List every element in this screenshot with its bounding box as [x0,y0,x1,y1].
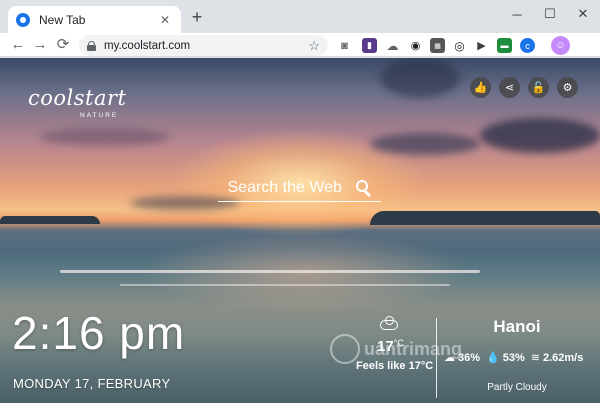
weather-divider [436,318,437,398]
coolstart-logo: coolstart NATURE [28,86,127,119]
weather-condition: Partly Cloudy [487,382,547,393]
humidity-value: 53% [502,351,525,364]
cloud-small-icon: ☁ [444,352,455,364]
address-url[interactable]: my.coolstart.com [104,40,308,52]
weather-temperature: 17°C [377,338,404,355]
weather-city: Hanoi [493,317,541,336]
web-search [218,174,381,202]
action-buttons: 👍 ⋖ 🔓 ⚙ [470,77,578,98]
coolstart-page: coolstart NATURE 👍 ⋖ 🔓 ⚙ 2:16 pm MONDAY … [0,58,600,403]
address-bar[interactable]: my.coolstart.com ☆ [79,35,328,56]
gallery-icon[interactable]: ▬ [497,38,512,53]
wind-icon: ≋ [530,352,540,364]
cloud-cover-stat: ☁ 36% [444,351,481,365]
cloud-shape [40,128,170,146]
clock-date: MONDAY 17, FEBRUARY [13,376,171,391]
cloud-shape [370,133,480,155]
profile-avatar[interactable]: ☺ [551,36,570,55]
ruler-icon[interactable]: ▦ [430,38,445,53]
wind-value: 2.62m/s [542,351,584,364]
share-button[interactable]: ⋖ [499,77,520,98]
logo-subtitle: NATURE [80,112,119,119]
wave-line [60,270,480,273]
bookmark-star-icon[interactable]: ☆ [308,38,320,54]
drop-icon: 💧 [486,352,500,364]
wind-stat: ≋ 2.62m/s [530,351,584,365]
search-icon[interactable] [355,179,372,197]
phone-icon[interactable]: ▮ [362,38,377,53]
forward-button[interactable]: → [30,35,50,55]
wave-line [120,284,450,286]
cloud-shape [480,118,600,153]
temperature-unit: °C [393,338,404,348]
new-tab-button[interactable]: + [187,8,207,28]
feels-like: Feels like 17°C [356,360,434,372]
clock-time: 2:16 pm [12,307,186,359]
browser-toolbar: ← → ⟳ my.coolstart.com ☆ ◙ ▮ ☁ ◉ ▦ ◎ ▶ ▬… [0,33,600,57]
sea-glare [140,233,470,313]
coolstart-ext-icon[interactable]: c [520,38,535,53]
cloud-download-icon[interactable]: ☁ [385,38,400,53]
mountain-shape [0,216,100,224]
minimize-button[interactable]: ─ [500,0,534,28]
reload-button[interactable]: ⟳ [53,35,73,55]
search-input[interactable] [227,178,352,197]
coolstart-favicon-icon [16,12,30,27]
play-icon[interactable]: ▶ [474,38,489,53]
back-button[interactable]: ← [8,35,28,55]
weather-stats: ☁ 36% 💧 53% ≋ 2.62m/s [444,351,589,365]
maximize-button[interactable]: ☐ [533,0,567,28]
like-button[interactable]: 👍 [470,77,491,98]
cloud-icon [380,316,398,330]
cloud-cover-value: 36% [458,351,481,364]
eye-icon[interactable]: ◎ [452,38,467,53]
humidity-stat: 💧 53% [486,351,525,365]
temperature-value: 17 [377,338,394,355]
lock-icon[interactable] [87,40,96,51]
settings-button[interactable]: ⚙ [557,77,578,98]
tab-new-tab[interactable]: New Tab ✕ [8,6,181,33]
logo-text: coolstart [28,86,127,110]
lock-button[interactable]: 🔓 [528,77,549,98]
mountain-shape [370,211,600,225]
tab-strip: New Tab ✕ + ─ ☐ ✕ [0,0,600,33]
close-window-button[interactable]: ✕ [566,0,600,28]
cloud-shape [380,58,460,98]
tab-title: New Tab [39,12,86,27]
camera-icon[interactable]: ◙ [337,38,352,53]
tab-close-icon[interactable]: ✕ [157,12,173,28]
camera-alt-icon[interactable]: ◉ [408,38,423,53]
